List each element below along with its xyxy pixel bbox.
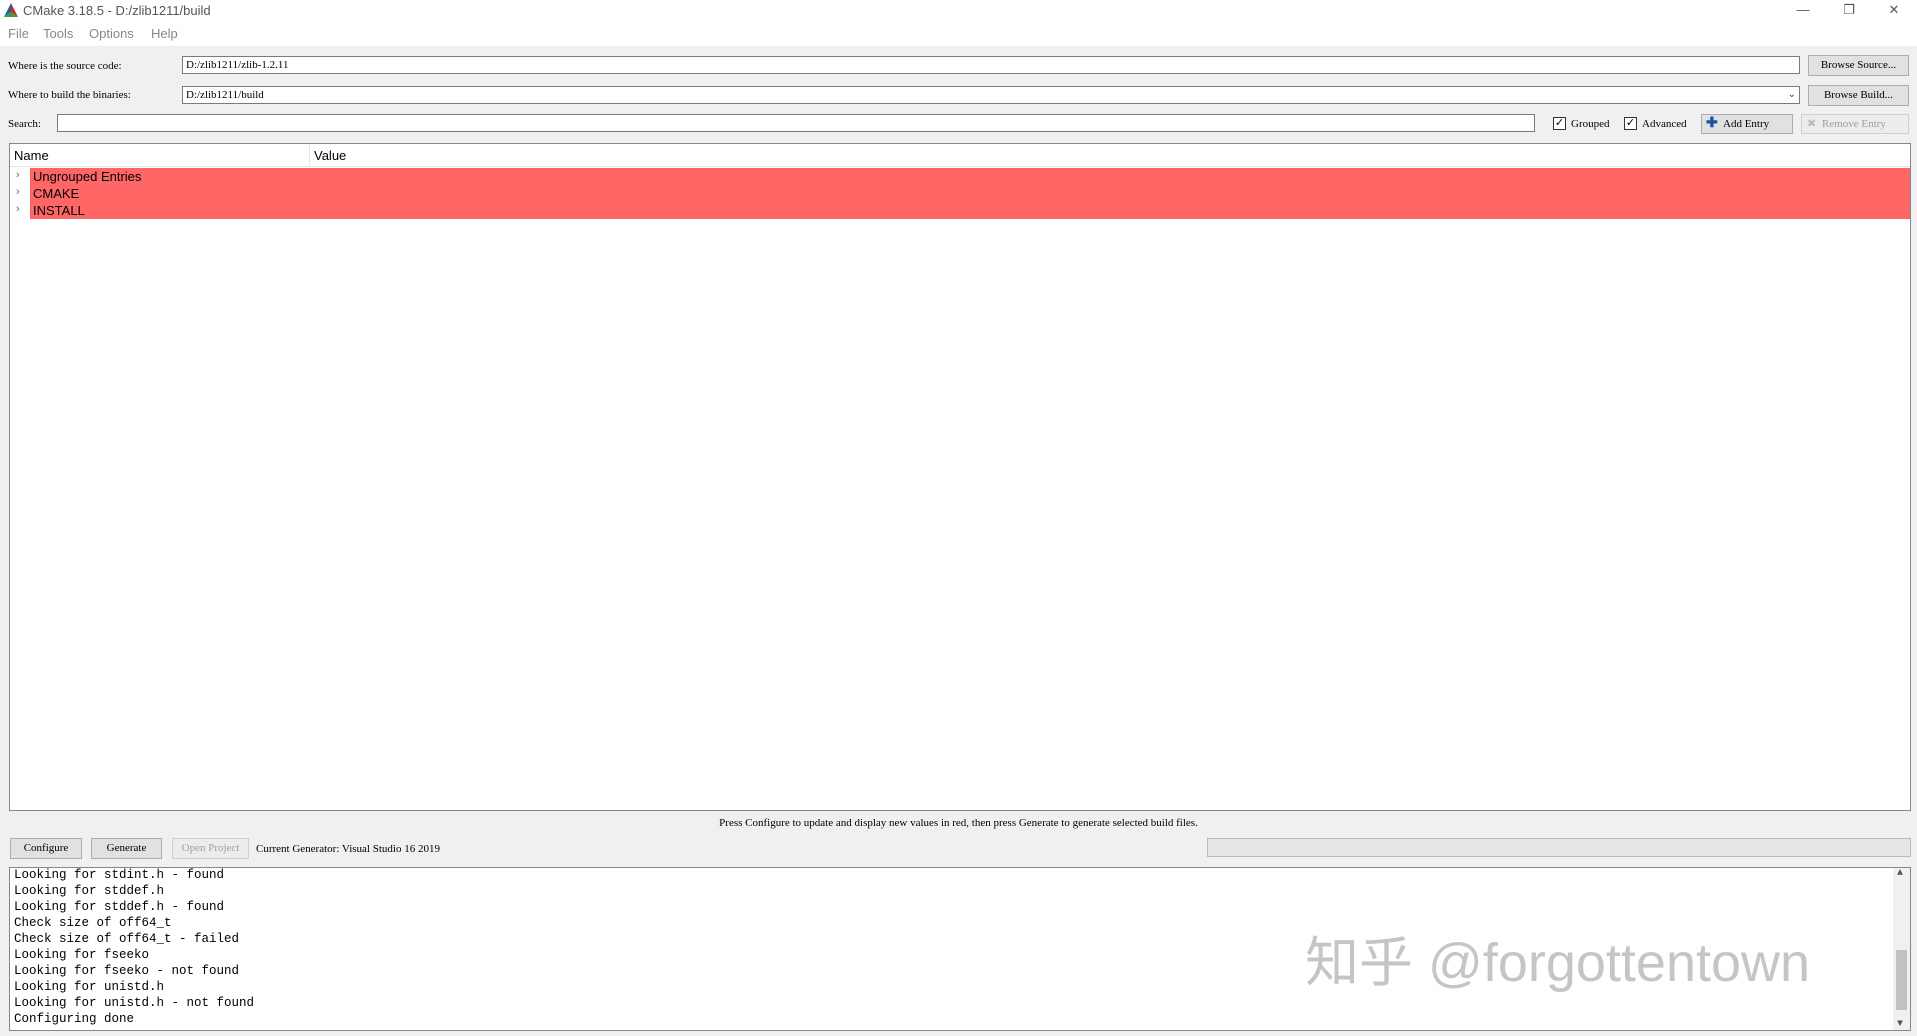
generate-button[interactable]: Generate <box>91 838 162 859</box>
tree-row-label: Ungrouped Entries <box>33 169 142 184</box>
log-line: Looking for stdint.h - found <box>14 868 225 882</box>
menu-options[interactable]: Options <box>89 26 134 41</box>
tree-row-install[interactable]: › INSTALL <box>16 202 1910 219</box>
source-label: Where is the source code: <box>8 60 122 72</box>
build-path-combobox[interactable]: D:/zlib1211/build ⌄ <box>182 86 1800 104</box>
remove-entry-label: Remove Entry <box>1822 118 1886 130</box>
log-line: Looking for unistd.h - not found <box>14 996 255 1010</box>
search-input[interactable] <box>57 114 1535 132</box>
log-line: Configuring done <box>14 1012 135 1026</box>
browse-source-button[interactable]: Browse Source... <box>1808 55 1909 76</box>
log-line: Looking for fseeko <box>14 948 150 962</box>
expand-arrow-icon[interactable]: › <box>16 186 20 198</box>
tree-row-ungrouped[interactable]: › Ungrouped Entries <box>16 168 1910 185</box>
tree-row-cmake[interactable]: › CMAKE <box>16 185 1910 202</box>
tree-header: Name Value <box>10 144 1910 167</box>
browse-build-button[interactable]: Browse Build... <box>1808 85 1909 106</box>
column-name[interactable]: Name <box>14 148 49 163</box>
log-line: Looking for unistd.h <box>14 980 165 994</box>
current-generator-text: Current Generator: Visual Studio 16 2019 <box>256 843 440 855</box>
close-button[interactable]: ✕ <box>1871 0 1917 22</box>
cache-entries-tree[interactable]: Name Value › Ungrouped Entries › CMAKE ›… <box>9 143 1911 811</box>
remove-entry-button[interactable]: ✖ Remove Entry <box>1801 114 1909 134</box>
source-path-input[interactable]: D:/zlib1211/zlib-1.2.11 <box>182 56 1800 74</box>
column-divider[interactable] <box>309 144 310 166</box>
advanced-label: Advanced <box>1642 118 1687 130</box>
log-line: Check size of off64_t <box>14 916 172 930</box>
search-label: Search: <box>8 118 41 130</box>
scroll-thumb[interactable] <box>1896 950 1907 1010</box>
menu-file[interactable]: File <box>8 26 29 41</box>
menu-help[interactable]: Help <box>151 26 178 41</box>
log-line: Check size of off64_t - failed <box>14 932 240 946</box>
configure-button[interactable]: Configure <box>10 838 82 859</box>
scroll-up-arrow-icon[interactable]: ▲ <box>1897 868 1903 879</box>
expand-arrow-icon[interactable]: › <box>16 169 20 181</box>
restore-button[interactable]: ❐ <box>1826 0 1872 22</box>
build-label: Where to build the binaries: <box>8 89 131 101</box>
grouped-label: Grouped <box>1571 118 1610 130</box>
add-entry-button[interactable]: ✚ Add Entry <box>1701 114 1793 134</box>
minimize-button[interactable]: — <box>1780 0 1826 22</box>
scroll-down-arrow-icon[interactable]: ▼ <box>1897 1019 1903 1030</box>
remove-icon: ✖ <box>1807 118 1817 130</box>
build-path-value: D:/zlib1211/build <box>186 89 264 101</box>
progress-bar <box>1207 838 1911 857</box>
open-project-button[interactable]: Open Project <box>172 838 249 859</box>
menu-tools[interactable]: Tools <box>43 26 73 41</box>
expand-arrow-icon[interactable]: › <box>16 203 20 215</box>
grouped-checkbox[interactable]: ✓ <box>1553 117 1566 130</box>
tree-row-label: CMAKE <box>33 186 80 201</box>
log-line: Looking for fseeko - not found <box>14 964 240 978</box>
log-line: Looking for stddef.h - found <box>14 900 225 914</box>
window-title: CMake 3.18.5 - D:/zlib1211/build <box>23 3 211 18</box>
chevron-down-icon[interactable]: ⌄ <box>1788 87 1796 103</box>
log-scrollbar[interactable]: ▲ ▼ <box>1893 868 1910 1030</box>
title-bar: CMake 3.18.5 - D:/zlib1211/build — ❐ ✕ <box>0 0 1917 22</box>
add-entry-label: Add Entry <box>1723 118 1770 130</box>
tree-row-label: INSTALL <box>33 203 85 218</box>
menu-bar: File Tools Options Help <box>0 22 1917 46</box>
log-line: Looking for stddef.h <box>14 884 165 898</box>
column-value[interactable]: Value <box>314 148 346 163</box>
watermark: 知乎 @forgottentown <box>1305 933 1811 993</box>
cmake-logo-icon <box>4 3 18 17</box>
advanced-checkbox[interactable]: ✓ <box>1624 117 1637 130</box>
hint-text: Press Configure to update and display ne… <box>719 817 1198 829</box>
plus-icon: ✚ <box>1706 116 1718 131</box>
